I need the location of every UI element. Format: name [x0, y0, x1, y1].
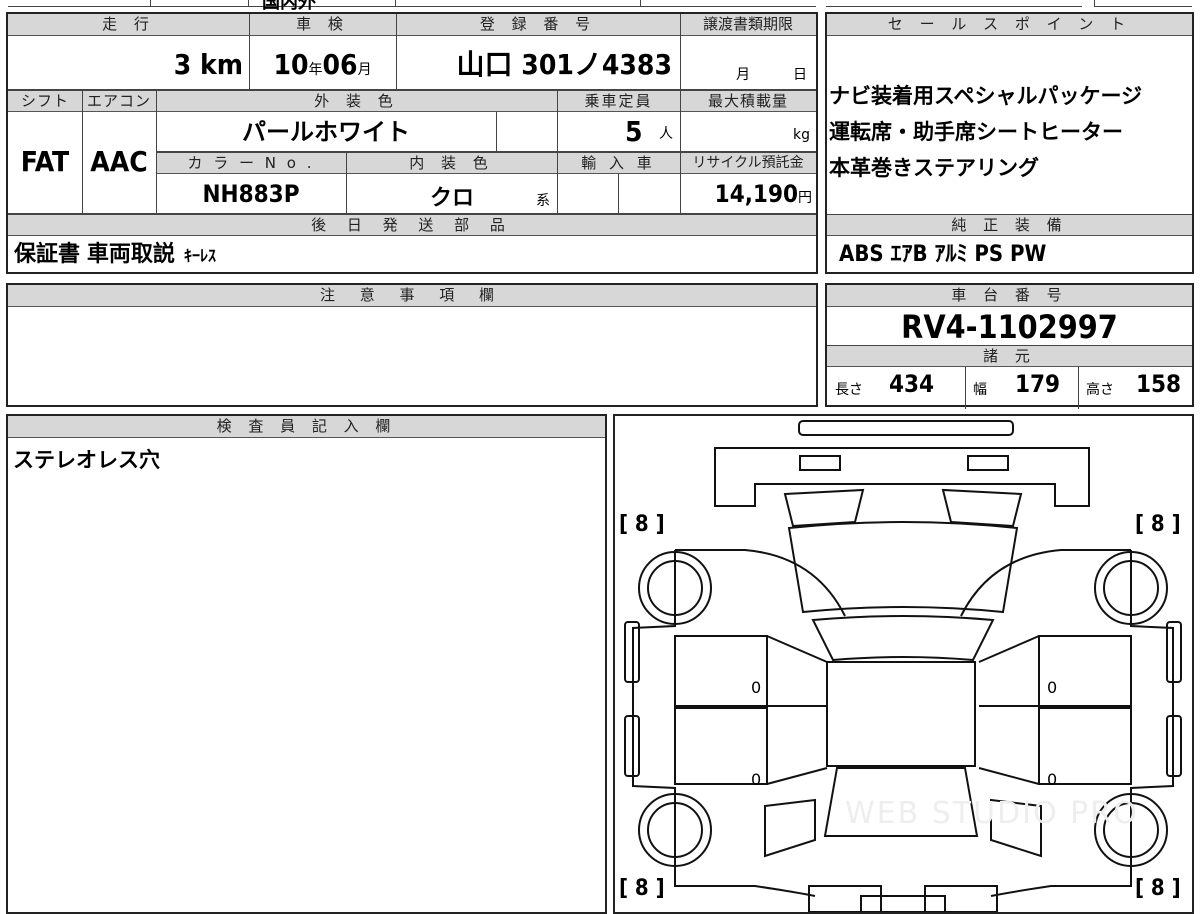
door-mark: 0	[1047, 678, 1058, 697]
max-load-value: kg	[793, 127, 810, 143]
header-registration: 登 録 番 号	[396, 14, 680, 36]
spec-width: 幅 179	[973, 370, 1061, 398]
registration-value: 山口 301ノ4383	[456, 48, 672, 81]
sales-point-item: 運転席・助手席シートヒーター	[829, 120, 1123, 144]
door-mark: 0	[751, 770, 762, 789]
header-transfer-deadline: 譲渡書類期限	[680, 14, 816, 36]
spec-height: 高さ 158	[1086, 370, 1182, 398]
header-inspector: 検 査 員 記 入 欄	[8, 416, 605, 438]
tire-tread-rear-right: [ 8 ]	[1135, 876, 1181, 901]
mileage-value: 3 km	[173, 48, 243, 81]
sales-points-list: ナビ装着用スペシャルパッケージ 運転席・助手席シートヒーター 本革巻きステアリン…	[829, 78, 1191, 186]
chassis-specs-box: 車 台 番 号 RV4-1102997 諸 元 長さ 434 幅 179 高さ …	[825, 283, 1194, 409]
notes-box: 注 意 事 項 欄	[6, 283, 818, 407]
header-shift: シフト	[8, 90, 82, 112]
exterior-color-value: パールホワイト	[242, 118, 410, 146]
chassis-number-value: RV4-1102997	[901, 308, 1118, 346]
header-color-no: カ ラ ー N o .	[156, 152, 346, 174]
header-import: 輸 入 車	[557, 152, 680, 174]
inspector-note: ステレオレス穴	[13, 448, 160, 472]
vehicle-info-table: 走 行 車 検 登 録 番 号 譲渡書類期限 3 km 10年06月 山口 30…	[6, 12, 818, 274]
header-chassis: 車 台 番 号	[827, 285, 1192, 307]
header-genuine-equipment: 純 正 装 備	[827, 214, 1192, 236]
header-sales-points: セ ー ル ス ポ イ ン ト	[827, 14, 1192, 36]
damage-diagram-box: [ 8 ] [ 8 ] [ 8 ] [ 8 ] 0 0 0 0 WEB STUD…	[613, 414, 1194, 914]
genuine-equipment-value: ABS ｴｱB ｱﾙﾐ PS PW	[839, 242, 1047, 267]
inspection-value: 10年06月	[273, 48, 372, 81]
door-mark: 0	[751, 678, 762, 697]
header-recycle: リサイクル預託金	[680, 152, 816, 174]
car-diagram	[624, 420, 1182, 912]
header-interior-color: 内 装 色	[346, 152, 557, 174]
top-strip: 国内外	[0, 0, 1200, 13]
header-aircon: エアコン	[82, 90, 156, 112]
capacity-value: 5 人	[625, 115, 673, 148]
door-mark: 0	[1047, 770, 1058, 789]
header-capacity: 乗車定員	[557, 90, 680, 112]
tire-tread-rear-left: [ 8 ]	[619, 876, 665, 901]
header-mileage: 走 行	[8, 14, 249, 36]
color-no-value: NH883P	[202, 180, 300, 208]
tire-tread-front-left: [ 8 ]	[619, 512, 665, 537]
tire-tread-front-right: [ 8 ]	[1135, 512, 1181, 537]
header-specs: 諸 元	[827, 345, 1192, 367]
header-max-load: 最大積載量	[680, 90, 816, 112]
sales-point-item: 本革巻きステアリング	[829, 156, 1039, 180]
shift-value: FAT	[20, 145, 70, 178]
sales-points-box: セ ー ル ス ポ イ ン ト ナビ装着用スペシャルパッケージ 運転席・助手席シ…	[825, 12, 1194, 274]
aircon-value: AAC	[90, 145, 148, 178]
later-parts-value: 保証書 車両取説 ｷｰﾚｽ	[14, 242, 216, 267]
spec-length: 長さ 434	[835, 370, 935, 398]
transfer-deadline-value: 月 日	[736, 67, 807, 83]
header-later-parts: 後 日 発 送 部 品	[8, 214, 816, 236]
recycle-value: 14,190円	[714, 180, 812, 208]
header-notes: 注 意 事 項 欄	[8, 285, 816, 307]
car-body-outline	[624, 420, 1182, 912]
header-exterior-color: 外 装 色	[156, 90, 557, 112]
interior-color-value: クロ 系	[430, 186, 550, 211]
sales-point-item: ナビ装着用スペシャルパッケージ	[829, 84, 1143, 108]
inspector-box: 検 査 員 記 入 欄 ステレオレス穴	[6, 414, 607, 914]
header-inspection: 車 検	[249, 14, 396, 36]
watermark: WEB STUDIO PRO	[845, 796, 1139, 831]
